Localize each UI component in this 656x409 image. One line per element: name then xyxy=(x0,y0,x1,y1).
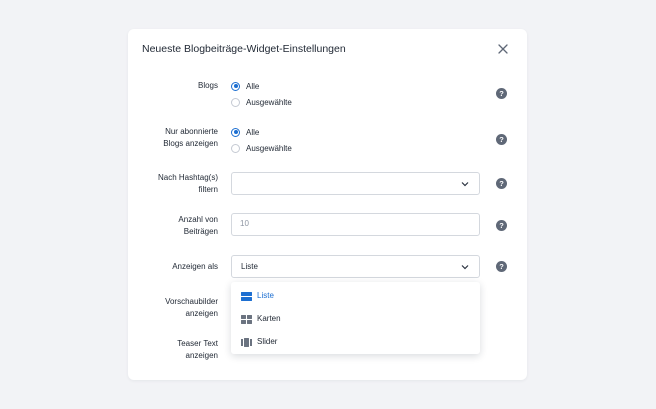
radio-label: Alle xyxy=(246,127,260,137)
teaser-label: Teaser Text anzeigen xyxy=(177,338,218,362)
help-icon[interactable]: ? xyxy=(496,220,507,231)
count-input[interactable] xyxy=(240,219,440,228)
count-label-line2: Beiträgen xyxy=(183,227,218,236)
radio-label: Ausgewählte xyxy=(246,97,292,107)
option-label: Slider xyxy=(257,337,278,346)
chevron-down-icon xyxy=(461,265,469,270)
cards-icon xyxy=(241,315,252,324)
help-icon[interactable]: ? xyxy=(496,261,507,272)
option-label: Karten xyxy=(257,314,281,323)
dropdown-option-karten[interactable]: Karten xyxy=(231,308,480,331)
display-select[interactable]: Liste xyxy=(231,255,480,278)
hashtags-label: Nach Hashtag(s) filtern xyxy=(158,172,218,196)
count-field[interactable] xyxy=(231,213,480,236)
display-dropdown-menu: Liste Karten Slider xyxy=(231,282,480,354)
count-label: Anzahl von Beiträgen xyxy=(178,214,218,238)
list-icon xyxy=(241,292,252,301)
help-icon[interactable]: ? xyxy=(496,88,507,99)
dialog-title: Neueste Blogbeiträge-Widget-Einstellunge… xyxy=(142,43,346,55)
dropdown-option-liste[interactable]: Liste xyxy=(231,285,480,308)
close-icon[interactable] xyxy=(497,43,509,55)
radio-label: Ausgewählte xyxy=(246,143,292,153)
chevron-down-icon xyxy=(461,182,469,187)
thumbnails-label: Vorschaubilder anzeigen xyxy=(165,296,218,320)
settings-dialog: Neueste Blogbeiträge-Widget-Einstellunge… xyxy=(128,29,527,380)
hashtags-label-line2: filtern xyxy=(198,185,218,194)
hashtags-select[interactable] xyxy=(231,172,480,195)
thumbnails-label-line1: Vorschaubilder xyxy=(165,297,218,306)
teaser-label-line1: Teaser Text xyxy=(177,339,218,348)
radio-icon[interactable] xyxy=(231,143,240,153)
subscribed-label-line2: Blogs anzeigen xyxy=(163,139,218,148)
radio-selected-icon[interactable] xyxy=(231,81,240,91)
blogs-label: Blogs xyxy=(197,81,218,90)
option-label: Liste xyxy=(257,291,274,300)
slider-icon xyxy=(241,338,252,347)
radio-label: Alle xyxy=(246,81,260,91)
display-select-value: Liste xyxy=(241,262,258,271)
radio-selected-icon[interactable] xyxy=(231,127,240,137)
subscribed-label: Nur abonnierte Blogs anzeigen xyxy=(163,126,218,150)
thumbnails-label-line2: anzeigen xyxy=(185,309,218,318)
radio-icon[interactable] xyxy=(231,97,240,107)
teaser-label-line2: anzeigen xyxy=(185,351,218,360)
subscribed-radio-selected[interactable]: Ausgewählte xyxy=(231,142,292,154)
help-icon[interactable]: ? xyxy=(496,134,507,145)
subscribed-label-line1: Nur abonnierte xyxy=(165,127,218,136)
dropdown-option-slider[interactable]: Slider xyxy=(231,331,480,354)
hashtags-label-line1: Nach Hashtag(s) xyxy=(157,173,218,182)
subscribed-radio-all[interactable]: Alle xyxy=(231,126,259,138)
display-label: Anzeigen als xyxy=(172,262,218,271)
blogs-radio-all[interactable]: Alle xyxy=(231,80,259,92)
count-label-line1: Anzahl von xyxy=(178,215,218,224)
help-icon[interactable]: ? xyxy=(496,178,507,189)
blogs-radio-selected[interactable]: Ausgewählte xyxy=(231,96,292,108)
